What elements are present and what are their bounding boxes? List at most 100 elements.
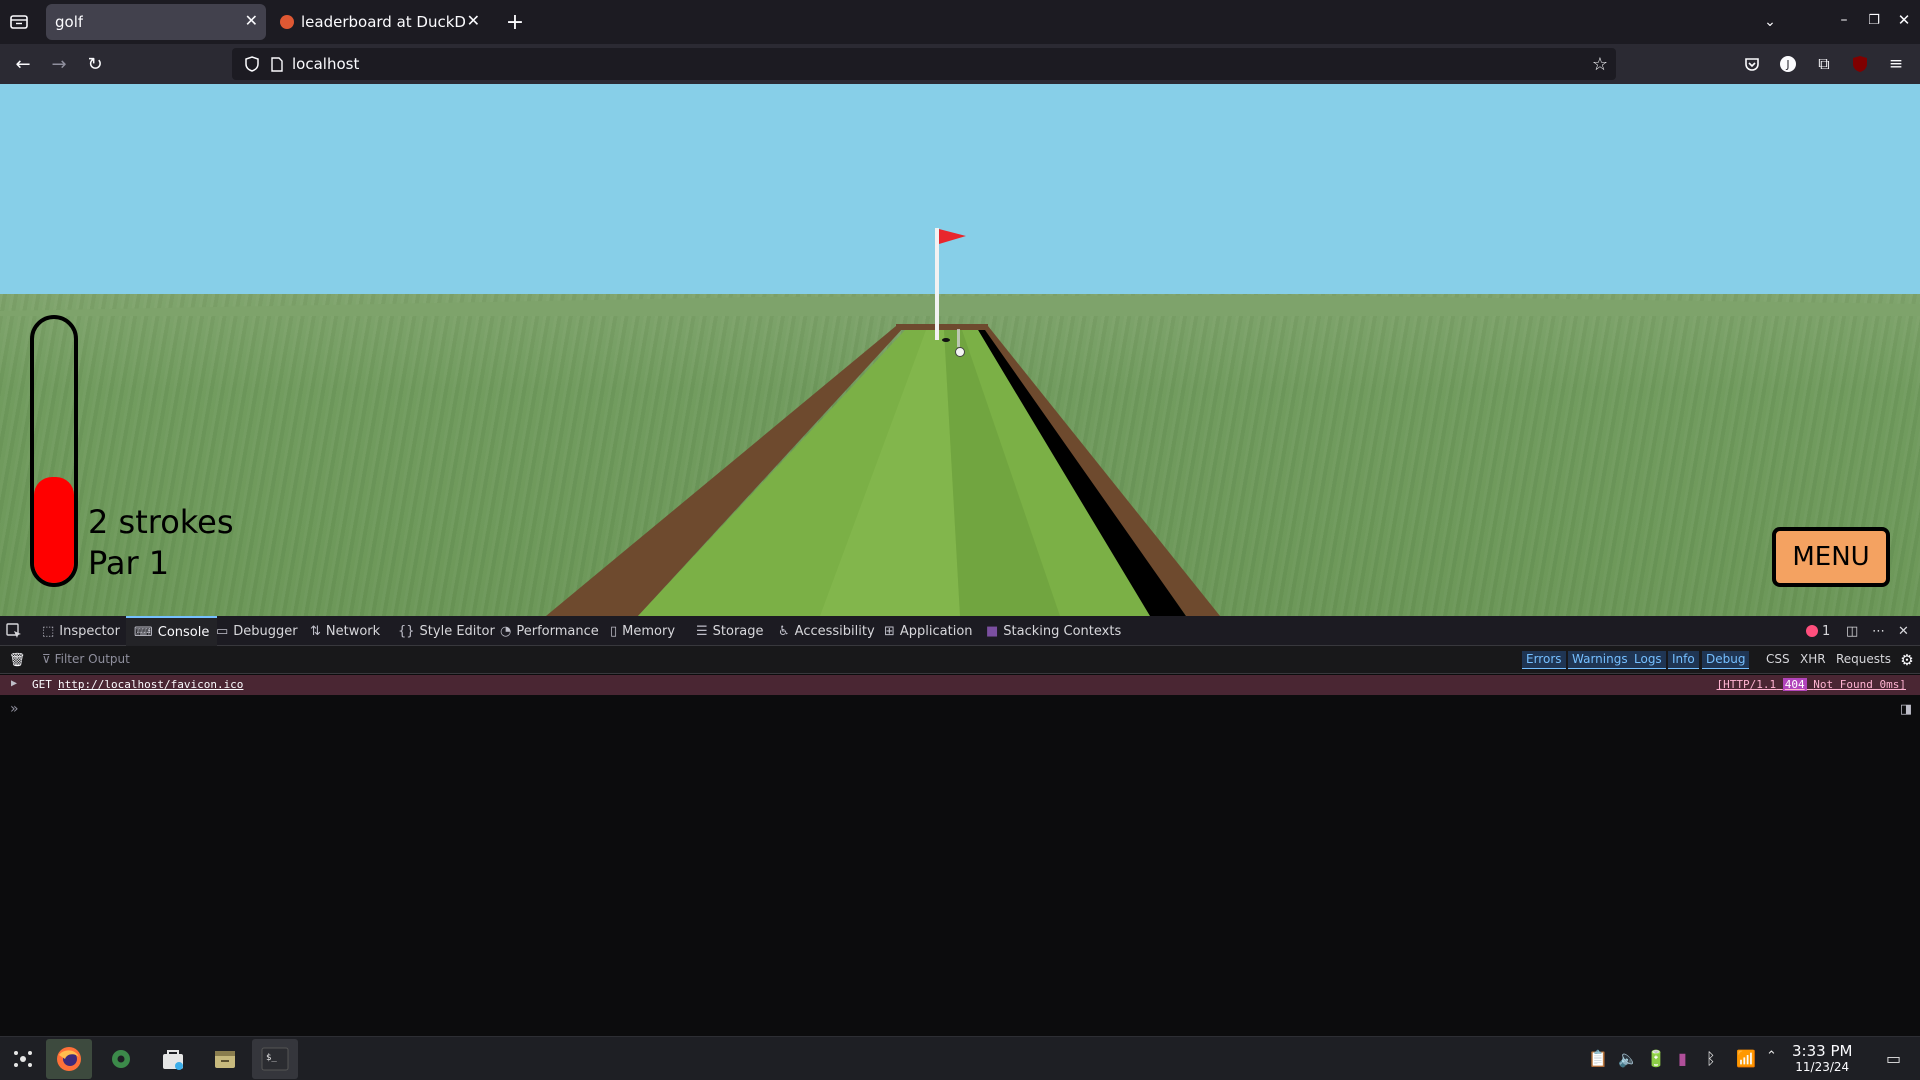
svg-text:$_: $_	[266, 1053, 277, 1063]
tab-label: Memory	[622, 623, 676, 639]
split-console-icon[interactable]: ◨	[1898, 701, 1914, 717]
console-filter-bar: 🗑 ⊽ Filter Output Errors Warnings Logs I…	[0, 646, 1920, 674]
filter-icon: ⊽	[42, 652, 55, 666]
tab-leaderboard[interactable]: leaderboard at DuckDuckGo ✕	[272, 4, 488, 40]
tab-label: Performance	[516, 623, 599, 639]
status-prefix: [HTTP/1.1	[1716, 678, 1777, 691]
tab-list-icon[interactable]	[8, 12, 30, 32]
filter-debug[interactable]: Debug	[1702, 651, 1750, 669]
reload-icon[interactable]: ↻	[84, 54, 106, 75]
tab-memory[interactable]: ▯ Memory	[610, 616, 675, 646]
filter-logs[interactable]: Logs	[1630, 651, 1666, 669]
tab-title: leaderboard at DuckDuckGo	[301, 13, 465, 31]
element-picker-icon[interactable]	[6, 616, 22, 646]
tab-console[interactable]: ⌨ Console	[126, 616, 218, 646]
tray-expand-icon[interactable]: ⌃	[1766, 1049, 1777, 1064]
tab-network[interactable]: ⇅ Network	[310, 616, 380, 646]
power-fill	[34, 477, 74, 583]
filter-xhr[interactable]: XHR	[1796, 651, 1830, 669]
back-icon[interactable]: ←	[12, 54, 34, 75]
app-launcher-icon[interactable]	[0, 1039, 46, 1079]
stroke-count: 2 strokes	[88, 503, 234, 541]
tab-inspector[interactable]: ⬚ Inspector	[42, 616, 120, 646]
tab-storage[interactable]: ☰ Storage	[696, 616, 764, 646]
battery-icon[interactable]: 🔋	[1646, 1049, 1666, 1068]
console-icon: ⌨	[134, 624, 153, 640]
store-icon[interactable]	[150, 1039, 196, 1079]
tab-label: Stacking Contexts	[1003, 623, 1122, 639]
game-canvas[interactable]: 2 strokes Par 1 MENU	[0, 84, 1920, 616]
memory-icon: ▯	[610, 623, 618, 639]
power-meter	[30, 315, 78, 587]
request-status[interactable]: [HTTP/1.1 404 Not Found 0ms]	[1717, 678, 1906, 691]
url-bar[interactable]: localhost ☆	[232, 48, 1616, 80]
request-method: GET	[32, 678, 52, 691]
horizon	[0, 295, 1920, 316]
more-options-icon[interactable]: ⋯	[1872, 616, 1885, 646]
page-icon	[270, 56, 284, 72]
filter-css[interactable]: CSS	[1762, 651, 1794, 669]
close-tab-icon[interactable]: ✕	[245, 11, 258, 30]
close-devtools-icon[interactable]: ✕	[1898, 616, 1909, 646]
system-clock[interactable]: 3:33 PM 11/23/24	[1792, 1042, 1852, 1074]
show-desktop-icon[interactable]: ▭	[1886, 1049, 1901, 1068]
firefox-icon[interactable]	[46, 1039, 92, 1079]
wifi-icon[interactable]: 📶	[1736, 1049, 1756, 1068]
tab-golf[interactable]: golf ✕	[46, 4, 266, 40]
tab-application[interactable]: ⊞ Application	[884, 616, 973, 646]
bookmark-star-icon[interactable]: ☆	[1590, 54, 1610, 75]
pocket-icon[interactable]	[1742, 53, 1762, 75]
storage-icon: ☰	[696, 623, 708, 639]
dock-side-icon[interactable]: ◫	[1846, 616, 1858, 646]
expand-arrow-icon[interactable]: ▶	[11, 678, 17, 689]
kde-connect-icon[interactable]: ▮	[1678, 1049, 1687, 1068]
error-counter[interactable]: 1	[1806, 616, 1830, 646]
tab-accessibility[interactable]: ♿ Accessibility	[778, 616, 875, 646]
trash-icon[interactable]: 🗑	[9, 652, 26, 668]
filter-requests[interactable]: Requests	[1832, 651, 1895, 669]
forward-icon[interactable]: →	[48, 54, 70, 75]
bluetooth-icon[interactable]: ᛒ	[1706, 1049, 1716, 1068]
tab-label: Debugger	[233, 623, 298, 639]
terminal-icon[interactable]: $_	[252, 1039, 298, 1079]
tab-label: Storage	[712, 623, 764, 639]
inspector-icon: ⬚	[42, 623, 55, 639]
restore-icon[interactable]: ❐	[1864, 10, 1884, 30]
filter-info[interactable]: Info	[1668, 651, 1699, 669]
chevron-down-icon[interactable]: ⌄	[1760, 12, 1780, 32]
tab-style-editor[interactable]: {} Style Editor	[398, 616, 495, 646]
close-window-icon[interactable]: ✕	[1894, 10, 1914, 30]
hamburger-menu-icon[interactable]: ≡	[1886, 54, 1906, 74]
tab-debugger[interactable]: ▭ Debugger	[216, 616, 298, 646]
tab-stacking-contexts[interactable]: ■ Stacking Contexts	[986, 616, 1121, 646]
minimize-icon[interactable]: –	[1834, 10, 1854, 30]
filter-errors[interactable]: Errors	[1522, 651, 1566, 669]
console-input-prompt-icon[interactable]: »	[10, 701, 19, 717]
tab-label: Application	[899, 623, 973, 639]
tab-label: Inspector	[59, 623, 120, 639]
red-flag	[939, 229, 966, 244]
clipboard-icon[interactable]: 📋	[1588, 1049, 1608, 1068]
filter-output-input[interactable]: ⊽ Filter Output	[42, 652, 130, 666]
menu-button[interactable]: MENU	[1772, 527, 1890, 587]
tab-title: golf	[55, 13, 84, 31]
account-icon[interactable]: J	[1778, 54, 1798, 74]
navigation-bar: ← → ↻ localhost ☆ J ⧉ ≡	[0, 44, 1920, 84]
request-url[interactable]: http://localhost/favicon.ico	[58, 678, 243, 691]
ublock-icon[interactable]	[1850, 54, 1870, 74]
filter-warnings[interactable]: Warnings	[1568, 651, 1632, 669]
new-tab-icon[interactable]: +	[505, 10, 525, 35]
file-manager-icon[interactable]	[202, 1039, 248, 1079]
shield-icon[interactable]	[244, 56, 260, 72]
tab-label: Console	[157, 624, 210, 640]
close-tab-icon[interactable]: ✕	[467, 11, 480, 30]
tab-performance[interactable]: ◔ Performance	[500, 616, 599, 646]
taskbar: $_ 📋 🔈 🔋 ▮ ᛒ 📶 ⌃ 3:33 PM 11/23/24 ▭	[0, 1036, 1920, 1080]
gear-icon[interactable]: ⚙	[1898, 651, 1916, 669]
extensions-icon[interactable]: ⧉	[1814, 54, 1834, 74]
console-message-error[interactable]: ▶ GET http://localhost/favicon.ico [HTTP…	[0, 675, 1920, 695]
golf-ball[interactable]	[955, 347, 965, 357]
settings-app-icon[interactable]	[98, 1039, 144, 1079]
accessibility-icon: ♿	[778, 623, 790, 639]
volume-icon[interactable]: 🔈	[1618, 1049, 1638, 1068]
